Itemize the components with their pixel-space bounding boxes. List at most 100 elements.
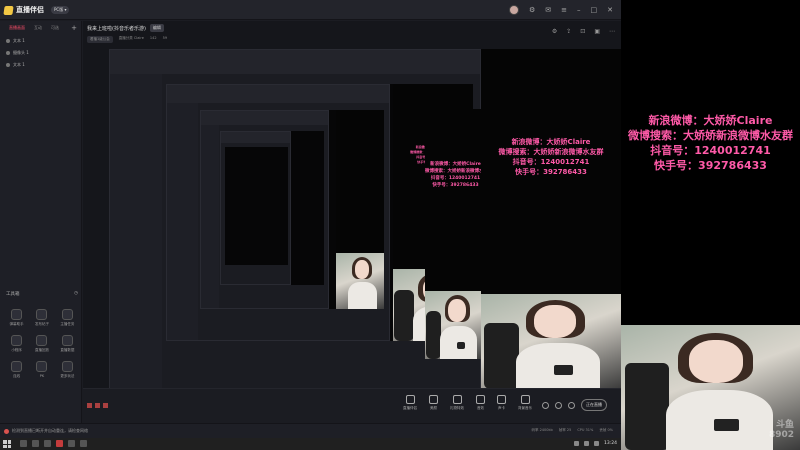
- app-logo: 直播伴侣 PC版 ▾: [3, 4, 70, 16]
- companion-icon: [405, 395, 415, 404]
- speaker-icon[interactable]: [555, 401, 562, 409]
- gift-icon: [452, 395, 462, 404]
- tool-miniapp[interactable]: 小程序: [4, 335, 29, 353]
- minimize-icon[interactable]: –: [577, 6, 581, 14]
- tool-danmu[interactable]: 弹幕助手: [4, 309, 29, 327]
- nested-black-panel-3: [336, 110, 385, 310]
- douyin-line: 抖音号：1240012741: [650, 144, 771, 157]
- room-title-row: 我来上班啦(抖音乐者乐游) 编辑: [87, 24, 164, 32]
- streamer-app-window: 直播伴侣 PC版 ▾ ⚙ ✉ ≡ – □ ✕ 直播画面 互动 可选 + 文本 1…: [0, 0, 621, 438]
- ime-icon[interactable]: [594, 441, 600, 446]
- volume-icon[interactable]: [584, 441, 590, 446]
- share-icon[interactable]: ⇪: [566, 28, 571, 35]
- main-header-icons: ⚙ ⇪ ⊡ ▣ ⋯: [552, 28, 615, 35]
- camera-icon[interactable]: [542, 401, 549, 409]
- clock[interactable]: 13:24: [604, 441, 617, 446]
- maximize-icon[interactable]: □: [591, 6, 598, 14]
- nested-titlebar: [110, 50, 480, 74]
- bottom-right-controls: 正在直播: [542, 399, 607, 411]
- tab-interaction[interactable]: 互动: [34, 25, 42, 31]
- tool-soundcard[interactable]: 声卡: [497, 395, 506, 411]
- source-label: 摄像头 1: [13, 50, 29, 55]
- room-meta: 看播1级公会 直播分类 Claire 142 59: [87, 36, 167, 43]
- network-icon[interactable]: [574, 441, 580, 446]
- edit-title-button[interactable]: 编辑: [149, 24, 164, 32]
- bitrate: 码率 2400kb: [531, 428, 553, 432]
- pk-icon: [36, 361, 48, 372]
- titlebar: 直播伴侣 PC版 ▾ ⚙ ✉ ≡ – □ ✕: [0, 0, 621, 20]
- tool-pk[interactable]: PK: [29, 361, 54, 379]
- search-icon[interactable]: [20, 440, 27, 447]
- task-view-icon[interactable]: [32, 440, 39, 447]
- source-item[interactable]: 文本 1: [0, 35, 81, 47]
- windows-start-icon[interactable]: [3, 440, 11, 448]
- nested-capture-3: [199, 110, 329, 310]
- lock-icon[interactable]: ⊡: [580, 28, 585, 35]
- viewer-count: 142: [149, 36, 157, 40]
- folder-icon[interactable]: [68, 440, 75, 447]
- preview-overlay-text: 新浪微博：大娇娇Claire 微博搜索：大娇娇新浪微博水友群 抖音号：12400…: [498, 138, 604, 176]
- source-item[interactable]: 摄像头 1: [0, 47, 81, 59]
- tool-beauty[interactable]: 美颜: [429, 395, 438, 411]
- tool-gift-effect[interactable]: 礼物特效: [450, 395, 464, 411]
- app-status-bar: 检测到直播已断开并自动重连，请检查网络 码率 2400kb 帧率 25 CPU …: [0, 423, 621, 438]
- like-count: 59: [162, 36, 168, 40]
- menu-icon[interactable]: ≡: [561, 6, 567, 14]
- tool-sound-effect[interactable]: 音效: [476, 395, 485, 411]
- sidebar-tabs: 直播画面 互动 可选: [0, 21, 81, 35]
- source-label: 文本 1: [13, 62, 25, 67]
- room-title: 我来上班啦(抖音乐者乐游): [87, 25, 146, 32]
- browser-icon[interactable]: [44, 440, 51, 447]
- task-icon: [61, 309, 73, 320]
- tool-data[interactable]: 直播数据: [55, 335, 80, 353]
- nested-overlay-text-1: 新浪微博：大娇娇Claire 微博搜索：大娇娇新浪微博水友群 抖音号：12400…: [425, 162, 493, 188]
- nested-camera-1: [425, 291, 486, 359]
- preview-black-panel: 新浪微博：大娇娇Claire 微博搜索：大娇娇新浪微博水友群 抖音号：12400…: [481, 49, 621, 389]
- settings-icon[interactable]: ⚙: [552, 28, 557, 35]
- app-icon[interactable]: [80, 440, 87, 447]
- toolbox-settings-icon[interactable]: ◷: [74, 291, 78, 297]
- overlay-info-text: 新浪微博：大娇娇Claire 微博搜索：大娇娇新浪微博水友群 抖音号：12400…: [621, 113, 800, 173]
- tool-companion[interactable]: 直播伴侣: [403, 395, 417, 411]
- close-icon[interactable]: ✕: [607, 6, 613, 14]
- data-icon: [61, 335, 73, 346]
- stream-preview[interactable]: 新浪微博：大娇娇Claire 微博搜索：大娇娇新浪微博水友群 抖音号：12400…: [109, 49, 621, 389]
- tool-task[interactable]: 主播任务: [55, 309, 80, 327]
- live-button[interactable]: 正在直播: [581, 399, 607, 411]
- weibo-line: 新浪微博：大娇娇Claire: [648, 114, 773, 127]
- tool-connect[interactable]: 连线: [4, 361, 29, 379]
- layout-icon[interactable]: ▣: [594, 28, 600, 35]
- tool-bgm[interactable]: 背景音乐: [518, 395, 532, 411]
- more-icon[interactable]: ⋯: [609, 28, 615, 35]
- add-source-icon[interactable]: +: [71, 24, 77, 32]
- tab-live-scene[interactable]: 直播画面: [9, 25, 25, 31]
- sound-icon: [476, 395, 485, 404]
- streamer-app-icon[interactable]: [56, 440, 63, 447]
- tool-replay[interactable]: 直播回放: [29, 335, 54, 353]
- tab-optional[interactable]: 可选: [51, 25, 59, 31]
- visibility-icon[interactable]: [6, 63, 10, 67]
- avatar[interactable]: [508, 5, 519, 15]
- tool-post[interactable]: 发布帖子: [29, 309, 54, 327]
- settings-icon[interactable]: [568, 401, 575, 409]
- tool-more[interactable]: 更多玩法: [55, 361, 80, 379]
- visibility-icon[interactable]: [6, 39, 10, 43]
- music-icon: [520, 395, 530, 404]
- category-label: 直播分类 Claire: [118, 36, 144, 40]
- miniapp-icon: [11, 335, 23, 346]
- mail-icon[interactable]: ✉: [545, 6, 551, 14]
- more-icon: [61, 361, 73, 372]
- watermark: 斗鱼 8902: [768, 420, 794, 440]
- window-controls: ⚙ ✉ ≡ – □ ✕: [508, 5, 613, 15]
- toolbox-title: 工具箱: [6, 292, 20, 297]
- visibility-icon[interactable]: [6, 51, 10, 55]
- source-item[interactable]: 文本 1: [0, 59, 81, 71]
- toolbox-grid: 弹幕助手 发布帖子 主播任务 小程序 直播回放 直播数据 连线 PK 更多玩法: [4, 309, 80, 379]
- danmu-icon: [11, 309, 23, 320]
- nested-capture-4: [219, 130, 291, 285]
- bottom-toolbar: 直播伴侣 美颜 礼物特效 音效 声卡 背景音乐 正在直播: [83, 388, 621, 423]
- mic-icon: [497, 395, 506, 404]
- logo-icon: [3, 5, 14, 15]
- settings-icon[interactable]: ⚙: [529, 6, 535, 14]
- version-badge[interactable]: PC版 ▾: [51, 6, 70, 14]
